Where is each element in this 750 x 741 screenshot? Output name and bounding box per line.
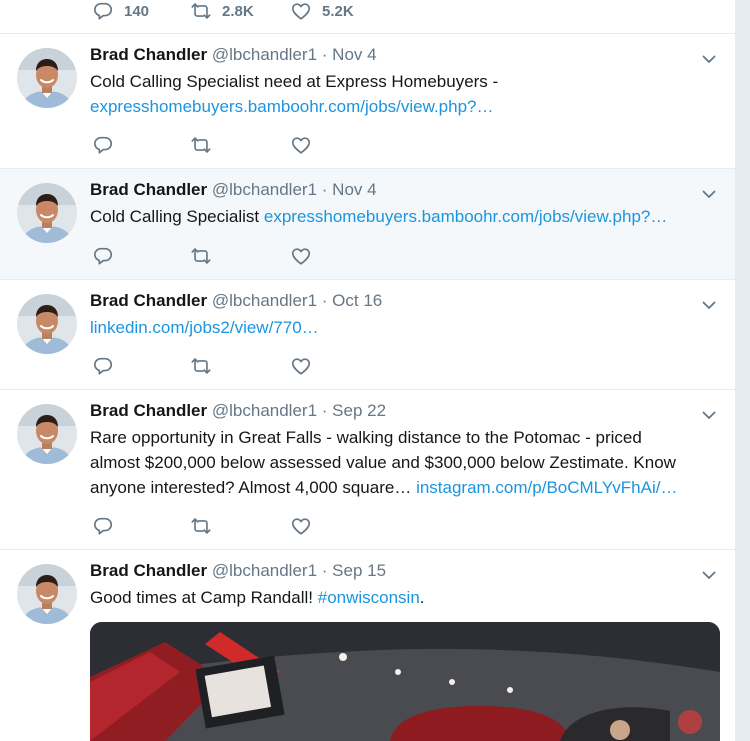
author-name[interactable]: Brad Chandler bbox=[90, 401, 207, 420]
tweet-actions: 140 2.8K 5.2K bbox=[92, 0, 492, 22]
tweet[interactable]: Brad Chandler @lbchandler1 · Nov 4 Cold … bbox=[0, 169, 735, 280]
tweet-header: Brad Chandler @lbchandler1 · Oct 16 bbox=[90, 291, 382, 311]
tweet-body-line: anyone interested? Almost 4,000 square… bbox=[90, 478, 412, 497]
stadium-photo bbox=[90, 622, 720, 741]
chevron-down-icon[interactable] bbox=[701, 297, 717, 313]
like-button[interactable] bbox=[290, 134, 312, 156]
author-handle[interactable]: @lbchandler1 bbox=[212, 401, 317, 420]
tweet[interactable]: Brad Chandler @lbchandler1 · Oct 16 link… bbox=[0, 280, 735, 390]
author-name[interactable]: Brad Chandler bbox=[90, 180, 207, 199]
avatar[interactable] bbox=[17, 294, 77, 354]
reply-icon bbox=[92, 0, 114, 22]
tweet-header: Brad Chandler @lbchandler1 · Nov 4 bbox=[90, 45, 377, 65]
author-name[interactable]: Brad Chandler bbox=[90, 291, 207, 310]
tweet-header: Brad Chandler @lbchandler1 · Sep 22 bbox=[90, 401, 386, 421]
tweet-text: Rare opportunity in Great Falls - walkin… bbox=[90, 425, 715, 500]
retweet-count: 2.8K bbox=[222, 2, 254, 20]
tweet-body-line: Rare opportunity in Great Falls - walkin… bbox=[90, 428, 642, 447]
reply-count: 140 bbox=[124, 2, 150, 20]
author-handle[interactable]: @lbchandler1 bbox=[212, 291, 317, 310]
reply-icon bbox=[92, 515, 114, 537]
like-icon bbox=[290, 515, 312, 537]
tweet-link[interactable]: linkedin.com/jobs2/view/770… bbox=[90, 318, 319, 337]
retweet-icon bbox=[190, 245, 212, 267]
tweet-link[interactable]: expresshomebuyers.bamboohr.com/jobs/view… bbox=[264, 207, 668, 226]
author-handle[interactable]: @lbchandler1 bbox=[212, 45, 317, 64]
avatar[interactable] bbox=[17, 564, 77, 624]
like-count: 5.2K bbox=[322, 2, 354, 20]
tweet-body-line: almost $200,000 below assessed value and… bbox=[90, 453, 676, 472]
chevron-down-icon[interactable] bbox=[701, 186, 717, 202]
retweet-button[interactable] bbox=[190, 134, 212, 156]
tweet-text: linkedin.com/jobs2/view/770… bbox=[90, 315, 715, 340]
author-handle[interactable]: @lbchandler1 bbox=[212, 561, 317, 580]
author-name[interactable]: Brad Chandler bbox=[90, 561, 207, 580]
tweet-body: Cold Calling Specialist need at Express … bbox=[90, 72, 499, 91]
timeline: 140 2.8K 5.2K Brad Chandler @lbchandler1… bbox=[0, 0, 735, 741]
like-icon bbox=[290, 0, 312, 22]
tweet-link[interactable]: instagram.com/p/BoCMLYvFhAi/… bbox=[416, 478, 677, 497]
retweet-icon bbox=[190, 134, 212, 156]
tweet-body: Good times at Camp Randall! bbox=[90, 588, 313, 607]
avatar[interactable] bbox=[17, 404, 77, 464]
like-button[interactable] bbox=[290, 515, 312, 537]
like-icon bbox=[290, 355, 312, 377]
retweet-button[interactable] bbox=[190, 355, 212, 377]
tweet-text: Cold Calling Specialist expresshomebuyer… bbox=[90, 204, 715, 229]
author-handle[interactable]: @lbchandler1 bbox=[212, 180, 317, 199]
chevron-down-icon[interactable] bbox=[701, 51, 717, 67]
tweet-date[interactable]: Sep 15 bbox=[332, 561, 386, 580]
tweet-actions bbox=[92, 355, 492, 377]
tweet-text: Good times at Camp Randall! #onwisconsin… bbox=[90, 585, 715, 610]
tweet-body-trail: . bbox=[419, 588, 425, 607]
tweet-body: Cold Calling Specialist bbox=[90, 207, 260, 226]
tweet-media-photo[interactable] bbox=[90, 622, 720, 741]
reply-button[interactable]: 140 bbox=[92, 0, 149, 22]
scroll-gutter[interactable] bbox=[735, 0, 750, 741]
retweet-icon bbox=[190, 0, 212, 22]
separator-dot: · bbox=[321, 561, 328, 580]
tweet-actions bbox=[92, 245, 492, 267]
like-button[interactable]: 5.2K bbox=[290, 0, 354, 22]
retweet-icon bbox=[190, 515, 212, 537]
author-name[interactable]: Brad Chandler bbox=[90, 45, 207, 64]
separator-dot: · bbox=[321, 401, 328, 420]
retweet-icon bbox=[190, 355, 212, 377]
tweet-actions bbox=[92, 515, 492, 537]
reply-icon bbox=[92, 134, 114, 156]
avatar[interactable] bbox=[17, 48, 77, 108]
separator-dot: · bbox=[321, 291, 328, 310]
avatar[interactable] bbox=[17, 183, 77, 243]
chevron-down-icon[interactable] bbox=[701, 567, 717, 583]
tweet-header: Brad Chandler @lbchandler1 · Nov 4 bbox=[90, 180, 377, 200]
reply-button[interactable] bbox=[92, 355, 114, 377]
reply-button[interactable] bbox=[92, 515, 114, 537]
tweet-text: Cold Calling Specialist need at Express … bbox=[90, 69, 715, 119]
retweet-button[interactable]: 2.8K bbox=[190, 0, 254, 22]
tweet[interactable]: Brad Chandler @lbchandler1 · Sep 22 Rare… bbox=[0, 390, 735, 550]
reply-icon bbox=[92, 355, 114, 377]
tweet[interactable]: Brad Chandler @lbchandler1 · Nov 4 Cold … bbox=[0, 34, 735, 169]
tweet-date[interactable]: Nov 4 bbox=[332, 180, 376, 199]
tweet-header: Brad Chandler @lbchandler1 · Sep 15 bbox=[90, 561, 386, 581]
like-icon bbox=[290, 134, 312, 156]
chevron-down-icon[interactable] bbox=[701, 407, 717, 423]
tweet-date[interactable]: Nov 4 bbox=[332, 45, 376, 64]
hashtag-link[interactable]: #onwisconsin bbox=[318, 588, 420, 607]
tweet-link[interactable]: expresshomebuyers.bamboohr.com/jobs/view… bbox=[90, 97, 494, 116]
reply-button[interactable] bbox=[92, 245, 114, 267]
tweet-date[interactable]: Sep 22 bbox=[332, 401, 386, 420]
tweet-date[interactable]: Oct 16 bbox=[332, 291, 382, 310]
retweet-button[interactable] bbox=[190, 245, 212, 267]
separator-dot: · bbox=[321, 45, 328, 64]
separator-dot: · bbox=[321, 180, 328, 199]
like-button[interactable] bbox=[290, 355, 312, 377]
retweet-button[interactable] bbox=[190, 515, 212, 537]
reply-button[interactable] bbox=[92, 134, 114, 156]
like-icon bbox=[290, 245, 312, 267]
reply-icon bbox=[92, 245, 114, 267]
like-button[interactable] bbox=[290, 245, 312, 267]
tweet-actions bbox=[92, 134, 492, 156]
